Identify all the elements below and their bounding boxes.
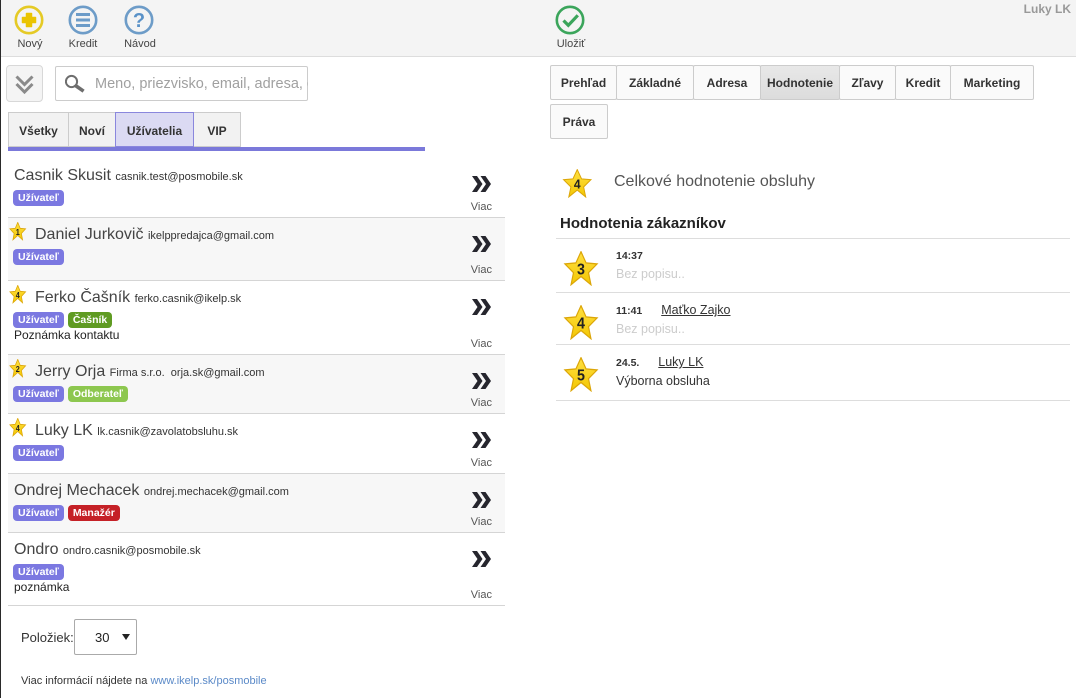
svg-text:4: 4 xyxy=(574,177,581,192)
svg-text:?: ? xyxy=(133,10,145,32)
svg-text:4: 4 xyxy=(16,423,21,433)
svg-text:2: 2 xyxy=(16,364,21,374)
svg-text:4: 4 xyxy=(16,290,21,300)
svg-text:4: 4 xyxy=(577,315,586,333)
svg-text:3: 3 xyxy=(577,261,585,279)
svg-text:5: 5 xyxy=(577,367,585,385)
svg-text:1: 1 xyxy=(16,227,21,237)
